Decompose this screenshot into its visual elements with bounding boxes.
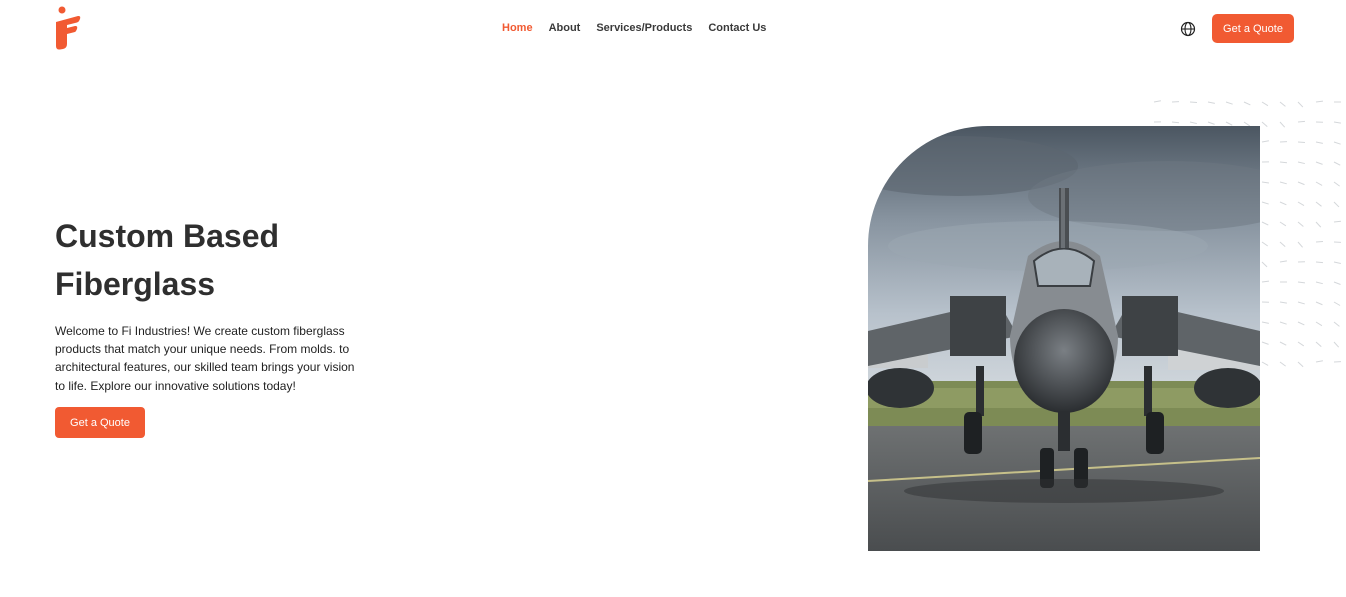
decorative-dash [1261, 221, 1269, 226]
decorative-dash [1261, 241, 1269, 247]
decorative-dash [1279, 241, 1286, 248]
decorative-dash [1315, 281, 1323, 285]
decorative-dash [1315, 221, 1322, 228]
fighter-jet-image [868, 126, 1260, 551]
decorative-dash [1261, 280, 1270, 283]
decorative-dash [1297, 161, 1305, 165]
decorative-dash [1261, 181, 1270, 184]
nav-home[interactable]: Home [502, 22, 533, 34]
decorative-dash [1333, 201, 1340, 208]
decorative-dash [1207, 101, 1215, 104]
decorative-dash [1333, 141, 1341, 145]
nav-services-products[interactable]: Services/Products [596, 22, 692, 34]
decorative-dash [1279, 221, 1287, 227]
decorative-dash [1171, 121, 1180, 124]
decorative-dash [1225, 101, 1233, 105]
decorative-dash [1297, 181, 1305, 186]
decorative-dash [1315, 201, 1322, 207]
decorative-dash [1279, 101, 1286, 107]
decorative-dash [1279, 161, 1288, 164]
decorative-dash [1297, 101, 1304, 108]
decorative-dash [1315, 301, 1323, 306]
decorative-dash [1207, 121, 1215, 125]
get-quote-hero-button[interactable]: Get a Quote [55, 407, 145, 438]
hero-description: Welcome to Fi Industries! We create cust… [55, 324, 355, 393]
decorative-dash [1333, 181, 1340, 187]
decorative-dash [1315, 341, 1322, 347]
decorative-dash [1261, 201, 1269, 205]
nav-about[interactable]: About [549, 22, 581, 34]
decorative-dash [1297, 321, 1305, 326]
decorative-dash [1315, 100, 1324, 103]
decorative-dash [1261, 361, 1269, 366]
decorative-dash [1333, 281, 1341, 285]
hero-title: Custom Based Fiberglass [55, 212, 375, 308]
decorative-dash [1189, 121, 1197, 125]
decorative-dash [1297, 241, 1303, 248]
decorative-dash [1261, 261, 1268, 268]
decorative-dash [1333, 321, 1340, 327]
decorative-dash [1297, 361, 1304, 368]
hero-title-line2: Fiberglass [55, 266, 216, 302]
fi-logo-icon[interactable] [54, 6, 82, 52]
decorative-dash [1297, 221, 1304, 227]
decorative-dash [1315, 261, 1324, 264]
decorative-dash [1261, 321, 1269, 324]
decorative-dash [1333, 341, 1340, 348]
decorative-dash [1297, 341, 1305, 347]
decorative-dash [1279, 321, 1287, 325]
decorative-dash [1279, 341, 1287, 346]
hero-title-line1: Custom Based [55, 218, 280, 254]
decorative-dash [1153, 100, 1161, 103]
decorative-dash [1315, 321, 1323, 327]
nav-contact-us[interactable]: Contact Us [708, 22, 766, 34]
decorative-dash [1333, 220, 1342, 223]
main-nav: Home About Services/Products Contact Us [502, 22, 766, 34]
decorative-dash [1315, 360, 1323, 363]
decorative-dash [1297, 301, 1305, 305]
decorative-dash [1279, 301, 1287, 304]
decorative-dash [1333, 301, 1341, 306]
decorative-dash [1279, 181, 1287, 185]
decorative-dash [1279, 201, 1287, 206]
globe-icon[interactable] [1180, 21, 1196, 37]
decorative-dash [1243, 101, 1251, 106]
decorative-dash [1315, 141, 1323, 144]
decorative-dash [1315, 161, 1323, 165]
decorative-dash [1297, 281, 1306, 284]
decorative-dash [1279, 121, 1286, 128]
decorative-dash [1261, 121, 1268, 127]
decorative-dash [1297, 201, 1305, 207]
decorative-dash [1333, 121, 1341, 124]
decorative-dash [1315, 181, 1323, 186]
decorative-dash [1261, 101, 1269, 107]
decorative-dash [1279, 361, 1286, 367]
decorative-dash [1297, 120, 1306, 123]
decorative-dash [1279, 260, 1287, 263]
get-quote-header-button[interactable]: Get a Quote [1212, 14, 1294, 43]
decorative-dash [1261, 341, 1269, 345]
decorative-dash [1333, 161, 1341, 166]
decorative-dash [1225, 121, 1233, 126]
decorative-dash [1333, 261, 1341, 264]
decorative-dash [1261, 140, 1269, 143]
